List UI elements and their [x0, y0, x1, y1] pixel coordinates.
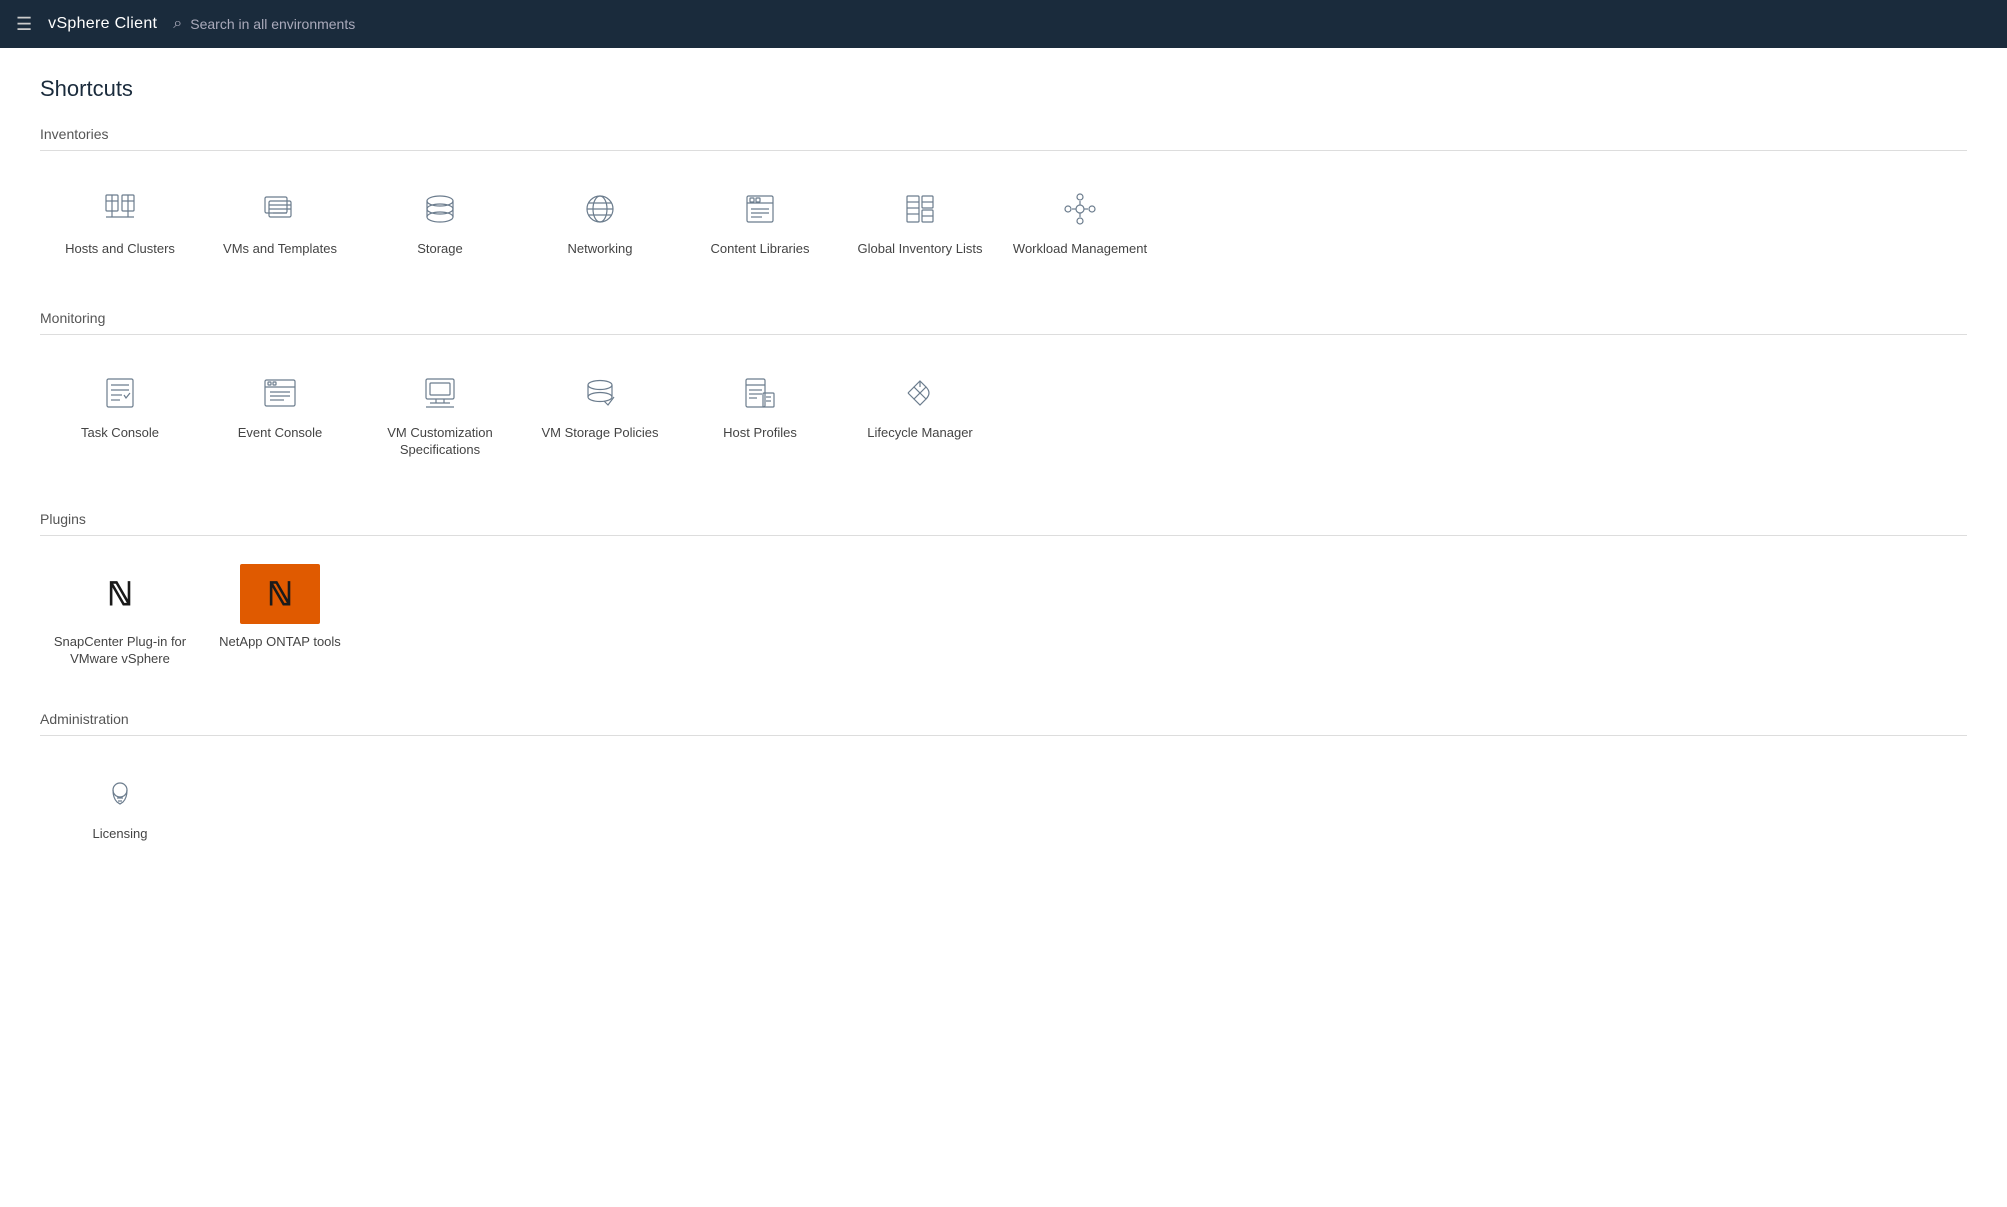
netapp-ontap-item[interactable]: ℕ NetApp ONTAP tools: [200, 556, 360, 676]
vm-customization-item[interactable]: VM Customization Specifications: [360, 355, 520, 475]
vm-storage-policies-label: VM Storage Policies: [541, 425, 658, 442]
menu-icon[interactable]: ☰: [16, 14, 32, 35]
lifecycle-manager-icon: [898, 371, 942, 415]
event-console-icon: [258, 371, 302, 415]
netapp-ontap-icon-box: ℕ: [240, 564, 320, 624]
vm-storage-policies-item[interactable]: VM Storage Policies: [520, 355, 680, 475]
global-inventory-icon: [898, 187, 942, 231]
monitoring-label: Monitoring: [40, 310, 1967, 335]
task-console-label: Task Console: [81, 425, 159, 442]
lifecycle-manager-item[interactable]: Lifecycle Manager: [840, 355, 1000, 475]
licensing-icon: [98, 772, 142, 816]
vms-and-templates-item[interactable]: VMs and Templates: [200, 171, 360, 274]
licensing-label: Licensing: [93, 826, 148, 843]
netapp-ontap-icon: ℕ: [267, 575, 293, 613]
vms-templates-icon: [258, 187, 302, 231]
snapcenter-item[interactable]: ℕ SnapCenter Plug-in for VMware vSphere: [40, 556, 200, 676]
hosts-and-clusters-item[interactable]: Hosts and Clusters: [40, 171, 200, 274]
snapcenter-icon-box: ℕ: [80, 564, 160, 624]
monitoring-grid: Task Console Event Console: [40, 355, 1967, 475]
administration-section: Administration Licensing: [40, 711, 1967, 859]
search-placeholder: Search in all environments: [190, 16, 355, 32]
licensing-item[interactable]: Licensing: [40, 756, 200, 859]
monitoring-section: Monitoring Task Console: [40, 310, 1967, 475]
search-icon: ⌕: [173, 15, 182, 33]
networking-item[interactable]: Networking: [520, 171, 680, 274]
administration-grid: Licensing: [40, 756, 1967, 859]
task-console-icon: [98, 371, 142, 415]
storage-label: Storage: [417, 241, 463, 258]
vms-and-templates-label: VMs and Templates: [223, 241, 337, 258]
vm-storage-policies-icon: [578, 371, 622, 415]
workload-management-item[interactable]: Workload Management: [1000, 171, 1160, 274]
global-inventory-lists-item[interactable]: Global Inventory Lists: [840, 171, 1000, 274]
host-profiles-item[interactable]: Host Profiles: [680, 355, 840, 475]
task-console-item[interactable]: Task Console: [40, 355, 200, 475]
networking-label: Networking: [567, 241, 632, 258]
inventories-section: Inventories Hosts and: [40, 126, 1967, 274]
content-libraries-item[interactable]: Content Libraries: [680, 171, 840, 274]
content-libraries-label: Content Libraries: [711, 241, 810, 258]
plugins-section: Plugins ℕ SnapCenter Plug-in for VMware …: [40, 511, 1967, 676]
app-header: ☰ vSphere Client ⌕ Search in all environ…: [0, 0, 2007, 48]
storage-item[interactable]: Storage: [360, 171, 520, 274]
event-console-label: Event Console: [238, 425, 323, 442]
snapcenter-label: SnapCenter Plug-in for VMware vSphere: [52, 634, 188, 668]
plugins-grid: ℕ SnapCenter Plug-in for VMware vSphere …: [40, 556, 1967, 676]
netapp-ontap-label: NetApp ONTAP tools: [219, 634, 341, 651]
storage-icon: [418, 187, 462, 231]
hosts-and-clusters-label: Hosts and Clusters: [65, 241, 175, 258]
event-console-item[interactable]: Event Console: [200, 355, 360, 475]
page-title: Shortcuts: [40, 76, 1967, 102]
app-logo: vSphere Client: [48, 15, 157, 33]
plugins-label: Plugins: [40, 511, 1967, 536]
host-profiles-label: Host Profiles: [723, 425, 797, 442]
inventories-grid: Hosts and Clusters VMs and Templates: [40, 171, 1967, 274]
snapcenter-icon: ℕ: [107, 575, 133, 613]
content-libraries-icon: [738, 187, 782, 231]
lifecycle-manager-label: Lifecycle Manager: [867, 425, 973, 442]
workload-management-label: Workload Management: [1013, 241, 1147, 258]
host-profiles-icon: [738, 371, 782, 415]
global-inventory-lists-label: Global Inventory Lists: [857, 241, 982, 258]
hosts-clusters-icon: [98, 187, 142, 231]
workload-management-icon: [1058, 187, 1102, 231]
inventories-label: Inventories: [40, 126, 1967, 151]
networking-icon: [578, 187, 622, 231]
vm-customization-label: VM Customization Specifications: [372, 425, 508, 459]
search-bar[interactable]: ⌕ Search in all environments: [173, 15, 355, 33]
vm-customization-icon: [418, 371, 462, 415]
administration-label: Administration: [40, 711, 1967, 736]
main-content: Shortcuts Inventories: [0, 48, 2007, 1207]
